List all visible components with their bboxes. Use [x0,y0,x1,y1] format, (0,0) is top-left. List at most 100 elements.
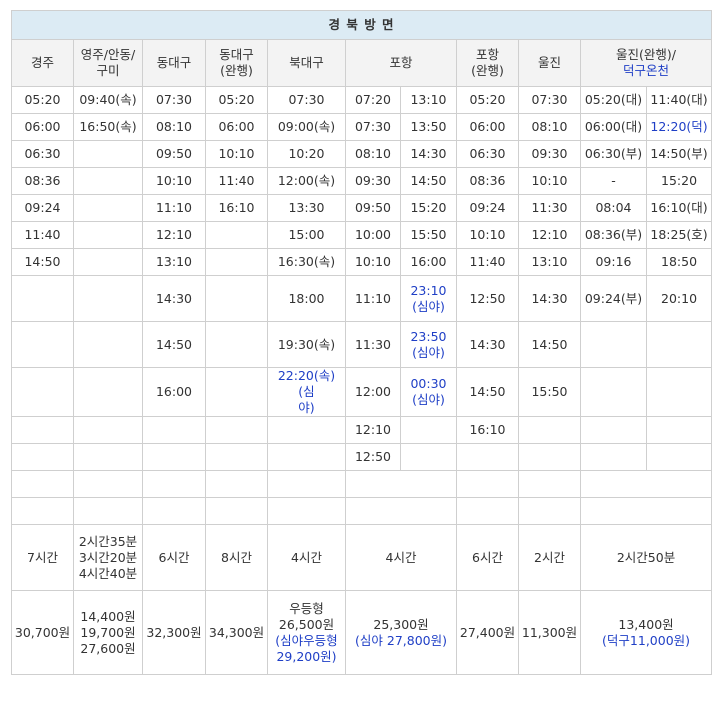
time-cell [645,416,713,444]
fare-cell: 14,400원 19,700원 27,600원 [73,590,143,675]
time-cell: 10:10 [205,140,268,168]
col-header-gyeongju: 경주 [11,39,74,87]
table-row: 14:30 18:00 11:10 23:10 (심야) 12:50 14:30 09:2… [11,275,713,322]
time-cell: 07:30 [267,86,346,114]
col-header-bukdaegu: 북대구 [267,39,346,87]
time-cell: 20:10 [645,275,713,322]
bus-timetable: 경 북 방 면 경주 영주/안동/구미 동대구 동대구 (완행) 북대구 포항 포… [10,10,713,675]
time-cell [73,140,143,168]
time-cell: 14:50(부) [645,140,713,168]
time-cell: 09:00(속) [267,113,346,141]
fare-row: 30,700원 14,400원 19,700원 27,600원 32,300원 34… [11,590,713,675]
time-cell: 14:30 [400,140,457,168]
time-cell: 08:36(부) [580,221,647,249]
col-header-dongdaegu: 동대구 [142,39,206,87]
time-cell: 05:20 [456,86,519,114]
time-cell [11,443,74,471]
time-cell: 11:40 [11,221,74,249]
col-header-uljin: 울진 [518,39,581,87]
time-cell: 05:20 [205,86,268,114]
time-cell: 18:00 [267,275,346,322]
time-cell: 09:24 [11,194,74,222]
time-cell: 22:20(속)(심 야) [267,367,346,417]
time-cell: 13:10 [518,248,581,276]
time-cell: 09:16 [580,248,647,276]
header-row: 경주 영주/안동/구미 동대구 동대구 (완행) 북대구 포항 포항 (완행) 울진… [11,39,713,87]
time-cell: 10:20 [267,140,346,168]
table-title: 경 북 방 면 [10,10,713,40]
time-cell: - [580,167,647,195]
time-cell: 05:20(대) [580,86,647,114]
time-cell: 08:36 [11,167,74,195]
duration-row: 7시간 2시간35분 3시간20분 4시간40분 6시간 8시간 4시간 4시간 6… [11,524,713,591]
time-cell: 09:30 [345,167,401,195]
fare-cell: 32,300원 [142,590,206,675]
time-cell: 11:10 [142,194,206,222]
fare-cell: 27,400원 [456,590,519,675]
time-cell: 07:30 [345,113,401,141]
time-cell [645,321,713,368]
time-cell [73,416,143,444]
time-cell [142,443,206,471]
time-cell [400,416,457,444]
time-cell: 12:20(덕) [645,113,713,141]
fare-cell: 30,700원 [11,590,74,675]
time-cell: 14:30 [142,275,206,322]
table-row: 12:50 [11,443,713,471]
duration-cell: 2시간35분 3시간20분 4시간40분 [73,524,143,591]
col-header-yeongju: 영주/안동/구미 [73,39,143,87]
time-cell [645,443,713,471]
time-cell: 11:40(대) [645,86,713,114]
time-cell: 14:50 [142,321,206,368]
table-row: 12:10 16:10 [11,416,713,444]
time-cell [580,416,647,444]
table-row: 08:36 10:10 11:40 12:00(속) 09:30 14:50 08:36 10… [11,167,713,195]
time-cell: 16:10 [456,416,519,444]
time-cell: 05:20 [11,86,74,114]
time-cell: 18:50 [645,248,713,276]
time-cell: 10:10 [518,167,581,195]
time-cell: 07:30 [518,86,581,114]
time-cell: 16:00 [400,248,457,276]
time-cell: 13:50 [400,113,457,141]
fare-cell: 13,400원 (덕구11,000원) [579,590,713,675]
time-cell: 00:30 (심야) [400,367,457,417]
time-cell [580,443,647,471]
time-cell: 14:50 [456,367,519,417]
time-cell: 14:50 [400,167,457,195]
time-cell [456,443,519,471]
time-cell: 09:40(속) [73,86,143,114]
time-cell [73,367,143,417]
time-cell [645,367,713,417]
time-cell [73,221,143,249]
table-row: 05:20 09:40(속) 07:30 05:20 07:30 07:20 13:10 05… [11,86,713,114]
time-cell: 07:20 [345,86,401,114]
time-cell [580,367,647,417]
time-cell: 12:00(속) [267,167,346,195]
time-cell: 16:00 [142,367,206,417]
table-row-empty [11,497,713,525]
time-cell: 10:10 [345,248,401,276]
table-row: 14:50 19:30(속) 11:30 23:50 (심야) 14:30 14:50 [11,321,713,368]
time-cell [73,248,143,276]
time-cell [518,416,581,444]
time-cell: 23:50 (심야) [400,321,457,368]
table-row: 16:00 22:20(속)(심 야) 12:00 00:30 (심야) 14:50… [11,367,713,417]
duration-cell: 8시간 [205,524,268,591]
table-row: 06:00 16:50(속) 08:10 06:00 09:00(속) 07:30 13:5… [11,113,713,141]
time-cell: 12:00 [345,367,401,417]
time-cell: 15:50 [518,367,581,417]
time-cell: 09:24(부) [580,275,647,322]
duration-cell: 7시간 [11,524,74,591]
time-cell [205,221,268,249]
duration-cell: 6시간 [456,524,519,591]
time-cell: 12:10 [142,221,206,249]
time-cell: 13:10 [142,248,206,276]
time-cell: 15:00 [267,221,346,249]
time-cell: 16:10(대) [645,194,713,222]
time-cell [267,416,346,444]
time-cell [205,275,268,322]
time-cell [73,275,143,322]
table-row: 14:50 13:10 16:30(속) 10:10 16:00 11:40 13:10 09… [11,248,713,276]
duration-cell: 4시간 [267,524,346,591]
